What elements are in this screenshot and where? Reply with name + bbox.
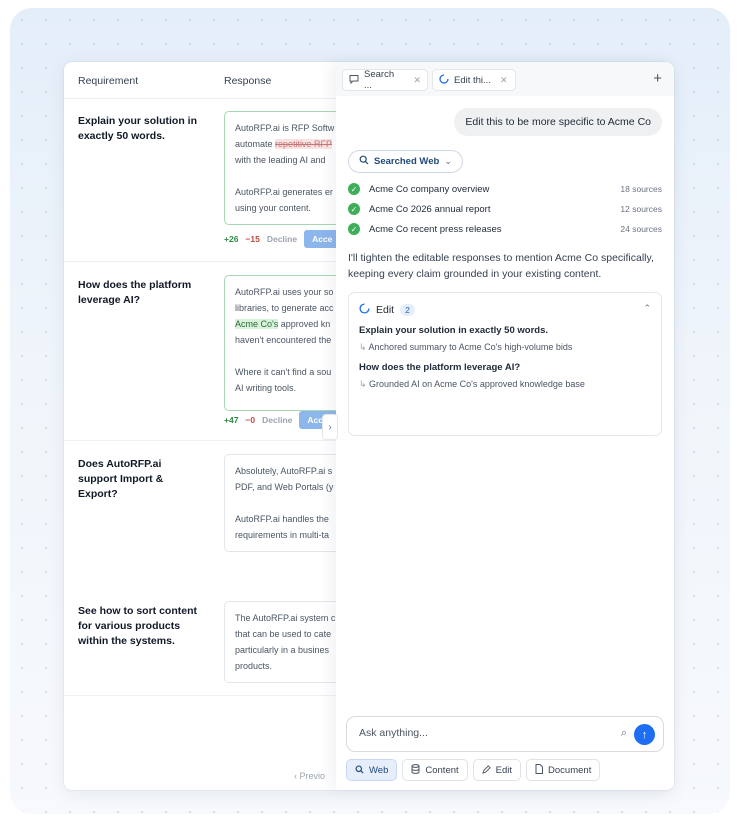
tab-search[interactable]: Search ... ✕	[342, 69, 428, 91]
pagination-previous[interactable]: ‹ Previo	[294, 771, 325, 781]
chevron-right-icon: ›	[328, 421, 332, 433]
edit-count-badge: 2	[400, 304, 415, 316]
search-icon	[355, 764, 364, 776]
mode-web-button[interactable]: Web	[346, 759, 398, 781]
close-icon[interactable]: ✕	[500, 75, 508, 86]
inserted-text: Acme Co's	[235, 319, 279, 329]
edit-item-detail: ↳ Grounded AI on Acme Co's approved know…	[359, 379, 585, 389]
deleted-text: repetitive RFP	[275, 139, 333, 149]
added-count: +26	[224, 234, 239, 244]
tab-label: Edit thi...	[454, 74, 491, 86]
column-header-response: Response	[224, 75, 272, 87]
source-row[interactable]: ✓ Acme Co company overview 18 sources	[348, 181, 662, 197]
reply-arrow-icon: ↳	[359, 342, 369, 352]
edit-summary-card: Edit 2 ⌃ Explain your solution in exactl…	[348, 292, 662, 436]
source-count: 18 sources	[620, 184, 662, 194]
tab-edit[interactable]: Edit thi... ✕	[432, 69, 516, 91]
column-header-requirement: Requirement	[78, 75, 139, 87]
requirement-text: Does AutoRFP.ai support Import & Export?	[78, 458, 164, 500]
mode-toolbar: Web Content Edit Document	[346, 759, 601, 781]
chat-input-box: ⌕ ↑	[346, 716, 664, 752]
arrow-up-icon: ↑	[641, 728, 648, 741]
edit-item-title[interactable]: How does the platform leverage AI?	[359, 362, 520, 373]
tab-label: Search ...	[364, 69, 395, 91]
edit-card-title: Edit	[376, 304, 395, 316]
paperclip-icon[interactable]: ⌕	[621, 727, 627, 740]
chevron-up-icon[interactable]: ⌃	[643, 303, 651, 314]
database-icon	[411, 764, 420, 776]
send-button[interactable]: ↑	[634, 724, 655, 745]
assistant-message: I'll tighten the editable responses to m…	[348, 252, 654, 280]
user-message: Edit this to be more specific to Acme Co	[454, 108, 662, 136]
check-icon: ✓	[348, 183, 360, 195]
source-count: 24 sources	[620, 224, 662, 234]
spinner-icon	[439, 73, 449, 87]
decline-button[interactable]: Decline	[267, 234, 297, 244]
requirement-text: How does the platform leverage AI?	[78, 279, 192, 306]
searched-web-label: Searched Web	[374, 156, 440, 167]
source-title: Acme Co recent press releases	[369, 223, 502, 235]
searched-web-toggle[interactable]: Searched Web ⌄	[348, 150, 464, 173]
mode-document-button[interactable]: Document	[526, 759, 601, 781]
requirement-text: See how to sort content for various prod…	[78, 605, 198, 647]
source-row[interactable]: ✓ Acme Co 2026 annual report 12 sources	[348, 201, 662, 217]
edit-card-header[interactable]: Edit 2	[359, 303, 415, 317]
source-count: 12 sources	[620, 204, 662, 214]
close-icon[interactable]: ✕	[413, 75, 421, 86]
source-row[interactable]: ✓ Acme Co recent press releases 24 sourc…	[348, 221, 662, 237]
panel-tab-bar: Search ... ✕ Edit thi... ✕ +	[336, 62, 674, 96]
chevron-down-icon: ⌄	[444, 156, 453, 167]
check-icon: ✓	[348, 203, 360, 215]
edit-item-detail: ↳ Anchored summary to Acme Co's high-vol…	[359, 342, 573, 352]
source-title: Acme Co company overview	[369, 183, 490, 195]
chat-input[interactable]	[357, 726, 601, 740]
requirement-text: Explain your solution in exactly 50 word…	[78, 115, 198, 142]
assistant-panel: Search ... ✕ Edit thi... ✕ + Edit this t…	[336, 62, 674, 790]
edit-item-title[interactable]: Explain your solution in exactly 50 word…	[359, 325, 548, 336]
source-title: Acme Co 2026 annual report	[369, 203, 491, 215]
mode-content-button[interactable]: Content	[402, 759, 468, 781]
document-icon	[535, 764, 544, 776]
chat-icon	[349, 74, 359, 87]
pencil-icon	[481, 764, 491, 776]
diff-actions: +26 −15 Decline Acce	[224, 230, 355, 248]
spinner-icon	[359, 303, 370, 317]
added-count: +47	[224, 415, 239, 425]
decline-button[interactable]: Decline	[262, 415, 292, 425]
removed-count: −0	[245, 415, 256, 425]
search-icon	[359, 155, 369, 168]
reply-arrow-icon: ↳	[359, 379, 370, 389]
new-tab-button[interactable]: +	[653, 70, 662, 87]
check-icon: ✓	[348, 223, 360, 235]
mode-edit-button[interactable]: Edit	[472, 759, 522, 781]
removed-count: −15	[245, 234, 260, 244]
collapse-panel-toggle[interactable]: ›	[322, 414, 338, 440]
